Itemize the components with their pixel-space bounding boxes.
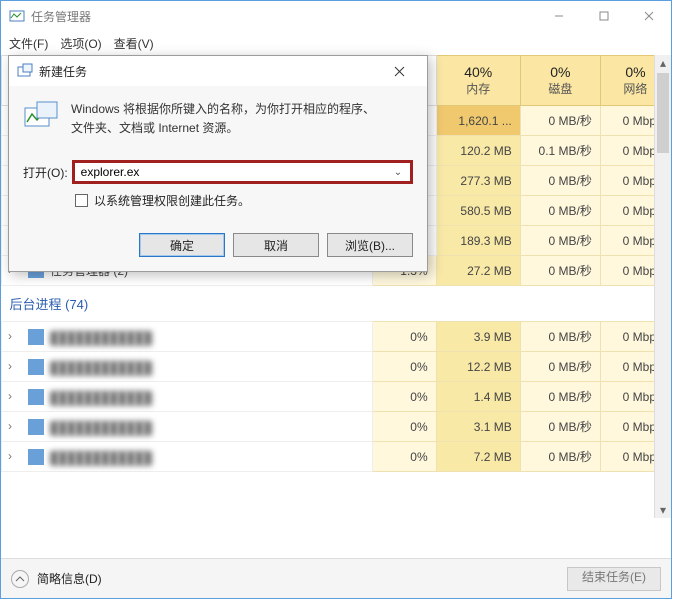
task-manager-window: 任务管理器 文件(F) 选项(O) 查看(V) 40%内存 0%磁盘 0%网络 … bbox=[0, 0, 672, 599]
ok-button[interactable]: 确定 bbox=[139, 233, 225, 257]
dialog-titlebar: 新建任务 bbox=[9, 56, 427, 86]
process-name-blurred: ████████████ bbox=[50, 331, 152, 345]
admin-checkbox[interactable] bbox=[75, 194, 88, 207]
scroll-thumb[interactable] bbox=[657, 73, 669, 153]
process-icon bbox=[28, 329, 44, 345]
footer: 简略信息(D) 结束任务(E) bbox=[1, 558, 671, 598]
process-name-blurred: ████████████ bbox=[50, 361, 152, 375]
menu-file[interactable]: 文件(F) bbox=[9, 35, 48, 52]
process-icon bbox=[28, 389, 44, 405]
chevron-up-icon bbox=[15, 574, 25, 584]
process-name-blurred: ████████████ bbox=[50, 451, 152, 465]
run-dialog: 新建任务 Windows 将根据你所键入的名称，为你打开相应的程序、 文件夹、文… bbox=[8, 55, 428, 272]
admin-checkbox-label: 以系统管理权限创建此任务。 bbox=[94, 192, 250, 209]
table-row[interactable]: ›████████████0%3.9 MB0 MB/秒0 Mbps bbox=[2, 322, 671, 352]
col-memory[interactable]: 40%内存 bbox=[436, 56, 520, 106]
expand-icon[interactable]: › bbox=[8, 419, 12, 433]
process-icon bbox=[28, 449, 44, 465]
cancel-button[interactable]: 取消 bbox=[233, 233, 319, 257]
process-icon bbox=[28, 419, 44, 435]
table-row[interactable]: ›████████████0%12.2 MB0 MB/秒0 Mbps bbox=[2, 352, 671, 382]
collapse-button[interactable] bbox=[11, 570, 29, 588]
open-input[interactable] bbox=[79, 164, 390, 180]
scroll-down-icon[interactable]: ▾ bbox=[655, 502, 671, 518]
table-row[interactable]: ›████████████0%1.4 MB0 MB/秒0 Mbps bbox=[2, 382, 671, 412]
window-title: 任务管理器 bbox=[31, 8, 91, 25]
brief-info-label[interactable]: 简略信息(D) bbox=[37, 570, 102, 587]
end-task-button[interactable]: 结束任务(E) bbox=[567, 567, 661, 591]
dialog-message: Windows 将根据你所键入的名称，为你打开相应的程序、 文件夹、文档或 In… bbox=[71, 100, 375, 138]
app-icon bbox=[9, 8, 25, 24]
table-row[interactable]: ›████████████0%7.2 MB0 MB/秒0 Mbps bbox=[2, 442, 671, 472]
close-icon bbox=[394, 66, 405, 77]
browse-button[interactable]: 浏览(B)... bbox=[327, 233, 413, 257]
section-header: 后台进程 (74) bbox=[2, 286, 671, 322]
expand-icon[interactable]: › bbox=[8, 449, 12, 463]
menu-view[interactable]: 查看(V) bbox=[114, 35, 154, 52]
run-large-icon bbox=[23, 100, 59, 132]
scroll-up-icon[interactable]: ▴ bbox=[655, 55, 671, 71]
process-name-blurred: ████████████ bbox=[50, 421, 152, 435]
menu-options[interactable]: 选项(O) bbox=[60, 35, 101, 52]
expand-icon[interactable]: › bbox=[8, 329, 12, 343]
menubar: 文件(F) 选项(O) 查看(V) bbox=[1, 31, 671, 55]
expand-icon[interactable]: › bbox=[8, 359, 12, 373]
titlebar: 任务管理器 bbox=[1, 1, 671, 31]
vertical-scrollbar[interactable]: ▴ ▾ bbox=[654, 55, 671, 518]
dropdown-icon[interactable]: ⌄ bbox=[390, 167, 406, 178]
minimize-button[interactable] bbox=[536, 1, 581, 31]
run-icon bbox=[17, 63, 33, 79]
expand-icon[interactable]: › bbox=[8, 389, 12, 403]
dialog-title: 新建任务 bbox=[39, 63, 379, 80]
process-icon bbox=[28, 359, 44, 375]
col-disk[interactable]: 0%磁盘 bbox=[520, 56, 600, 106]
open-combobox[interactable]: ⌄ bbox=[72, 160, 413, 184]
maximize-button[interactable] bbox=[581, 1, 626, 31]
table-row[interactable]: ›████████████0%3.1 MB0 MB/秒0 Mbps bbox=[2, 412, 671, 442]
process-name-blurred: ████████████ bbox=[50, 391, 152, 405]
open-label: 打开(O): bbox=[23, 164, 68, 181]
dialog-close-button[interactable] bbox=[379, 57, 419, 85]
close-button[interactable] bbox=[626, 1, 671, 31]
